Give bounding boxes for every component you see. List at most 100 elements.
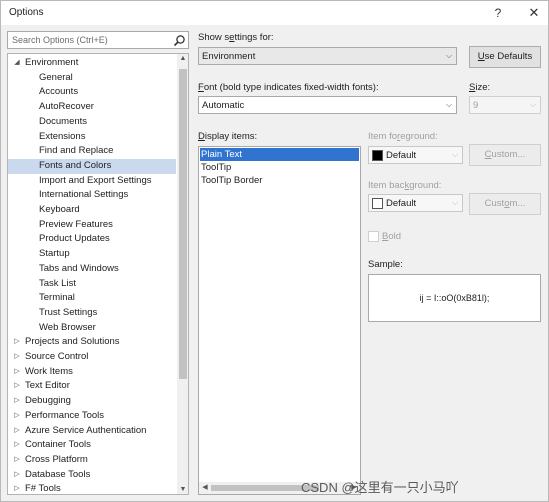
item-background-dropdown[interactable]: Default ⌵ bbox=[368, 194, 463, 212]
display-item[interactable]: ToolTip bbox=[200, 161, 359, 174]
chevron-down-icon[interactable]: ⌵ bbox=[448, 147, 462, 163]
tree-item[interactable]: Task List bbox=[8, 277, 176, 292]
tree-item[interactable]: ▷ Projects and Solutions bbox=[8, 335, 176, 350]
tree-item-label: Product Updates bbox=[39, 233, 110, 245]
background-custom-button[interactable]: Custom... bbox=[469, 193, 541, 215]
tree-item[interactable]: Accounts bbox=[8, 85, 176, 100]
tree-item-label: Text Editor bbox=[25, 380, 70, 392]
tree-item-label: AutoRecover bbox=[39, 101, 94, 113]
tree-item[interactable]: ▷ F# Tools bbox=[8, 482, 176, 495]
tree-item[interactable]: ▷ Container Tools bbox=[8, 438, 176, 453]
collapsed-arrow-icon[interactable]: ▷ bbox=[12, 350, 22, 365]
tree-item[interactable]: ▷ Debugging bbox=[8, 394, 176, 409]
scroll-up-arrow-icon[interactable]: ▲ bbox=[177, 55, 188, 62]
collapsed-arrow-icon[interactable]: ▷ bbox=[12, 394, 22, 409]
tree-item-label: Container Tools bbox=[25, 439, 91, 451]
collapsed-arrow-icon[interactable]: ▷ bbox=[12, 438, 22, 453]
item-background-label: Item background: bbox=[368, 180, 442, 191]
tree-item[interactable]: ▷ Performance Tools bbox=[8, 409, 176, 424]
chevron-down-icon[interactable]: ⌵ bbox=[448, 195, 462, 211]
foreground-color-swatch bbox=[372, 150, 383, 161]
tree-item[interactable]: General bbox=[8, 71, 176, 86]
tree-item[interactable]: Preview Features bbox=[8, 218, 176, 233]
tree-item[interactable]: Tabs and Windows bbox=[8, 262, 176, 277]
font-dropdown[interactable]: Automatic ⌵ bbox=[198, 96, 457, 114]
item-foreground-label: Item foreground: bbox=[368, 131, 438, 142]
help-button[interactable]: ? bbox=[487, 4, 509, 22]
tree-item[interactable]: AutoRecover bbox=[8, 100, 176, 115]
display-item[interactable]: ToolTip Border bbox=[200, 174, 359, 187]
tree-item-label: International Settings bbox=[39, 189, 129, 201]
chevron-down-icon[interactable]: ⌵ bbox=[442, 97, 456, 113]
close-button[interactable]: ✕ bbox=[523, 4, 545, 22]
tree-item[interactable]: Fonts and Colors bbox=[8, 158, 176, 174]
tree-item-label: Documents bbox=[39, 115, 88, 127]
tree-item-label: Terminal bbox=[39, 292, 75, 304]
display-item[interactable]: Plain Text bbox=[200, 148, 359, 161]
chevron-down-icon[interactable]: ⌵ bbox=[442, 48, 456, 64]
display-items-list[interactable]: ToolTip Border ToolTip Plain Text ◀ ▶ bbox=[198, 146, 361, 495]
tree-vertical-scrollbar[interactable]: ▲ ▼ bbox=[177, 54, 188, 494]
chevron-down-icon[interactable]: ⌵ bbox=[526, 97, 540, 113]
tree-item[interactable]: Web Browser bbox=[8, 321, 176, 336]
tree-item[interactable]: Startup bbox=[8, 247, 176, 262]
item-foreground-dropdown[interactable]: Default ⌵ bbox=[368, 146, 463, 164]
tree-item-label: Startup bbox=[39, 248, 70, 260]
show-settings-value: Environment bbox=[202, 51, 256, 62]
tree-item-label: Trust Settings bbox=[39, 306, 98, 318]
size-dropdown[interactable]: 9 ⌵ bbox=[469, 96, 541, 114]
tree-item[interactable]: Import and Export Settings bbox=[8, 174, 176, 189]
bold-checkbox[interactable] bbox=[368, 231, 379, 242]
title-bar: Options ? ✕ bbox=[1, 1, 548, 25]
tree-item[interactable]: ▷ Azure Service Authentication bbox=[8, 424, 176, 439]
collapsed-arrow-icon[interactable]: ▷ bbox=[12, 335, 22, 350]
tree-item-label: F# Tools bbox=[25, 483, 61, 495]
tree-item-label: Environment bbox=[25, 57, 79, 68]
background-color-swatch bbox=[372, 198, 383, 209]
tree-scrollbar-thumb[interactable] bbox=[179, 69, 187, 379]
sample-preview: ij = I::oO(0xB81l); bbox=[368, 274, 541, 322]
collapsed-arrow-icon[interactable]: ▷ bbox=[12, 379, 22, 394]
tree-item-label: Database Tools bbox=[25, 468, 91, 480]
tree-item[interactable]: ▷ Cross Platform bbox=[8, 453, 176, 468]
collapsed-arrow-icon[interactable]: ▷ bbox=[12, 453, 22, 468]
collapsed-arrow-icon[interactable]: ▷ bbox=[12, 424, 22, 439]
show-settings-label: Show settings for: bbox=[198, 32, 274, 43]
tree-item-label: Preview Features bbox=[39, 218, 113, 230]
size-label: Size: bbox=[469, 82, 491, 93]
tree-item[interactable]: Keyboard bbox=[8, 203, 176, 218]
expanded-arrow-icon[interactable]: ◢ bbox=[12, 56, 22, 71]
tree-item-label: Source Control bbox=[25, 351, 89, 362]
tree-item[interactable]: Trust Settings bbox=[8, 306, 176, 321]
collapsed-arrow-icon[interactable]: ▷ bbox=[12, 365, 22, 380]
search-input[interactable]: Search Options (Ctrl+E) bbox=[12, 35, 108, 45]
options-tree[interactable]: ▷ F# Tools ▷ Database Tools ▷ Cross Platform ▷… bbox=[7, 53, 189, 495]
tree-item[interactable]: Terminal bbox=[8, 291, 176, 306]
tree-item-label: Keyboard bbox=[39, 204, 80, 215]
use-defaults-button[interactable]: Use Defaults bbox=[469, 46, 541, 68]
tree-item-label: Azure Service Authentication bbox=[25, 424, 147, 436]
tree-item[interactable]: ◢ Environment bbox=[8, 56, 176, 71]
tree-item[interactable]: ▷ Database Tools bbox=[8, 468, 176, 483]
tree-item[interactable]: Documents bbox=[8, 115, 176, 130]
tree-item[interactable]: Extensions bbox=[8, 130, 176, 145]
collapsed-arrow-icon[interactable]: ▷ bbox=[12, 468, 22, 483]
scroll-down-arrow-icon[interactable]: ▼ bbox=[177, 486, 188, 493]
tree-item[interactable]: ▷ Source Control bbox=[8, 350, 176, 365]
tree-item[interactable]: Find and Replace bbox=[8, 144, 176, 159]
foreground-custom-button[interactable]: Custom... bbox=[469, 144, 541, 166]
search-icon[interactable] bbox=[173, 34, 186, 47]
scroll-left-arrow-icon[interactable]: ◀ bbox=[199, 483, 211, 491]
tree-item[interactable]: ▷ Text Editor bbox=[8, 379, 176, 394]
tree-item[interactable]: Product Updates bbox=[8, 232, 176, 247]
collapsed-arrow-icon[interactable]: ▷ bbox=[12, 409, 22, 424]
font-label: Font (bold type indicates fixed-width fo… bbox=[198, 82, 379, 93]
tree-item[interactable]: International Settings bbox=[8, 188, 176, 203]
search-options-box[interactable]: Search Options (Ctrl+E) bbox=[7, 31, 189, 49]
tree-item-label: Import and Export Settings bbox=[39, 174, 152, 186]
show-settings-dropdown[interactable]: Environment ⌵ bbox=[198, 47, 457, 65]
tree-item[interactable]: ▷ Work Items bbox=[8, 365, 176, 380]
tree-item-label: Extensions bbox=[39, 130, 86, 142]
collapsed-arrow-icon[interactable]: ▷ bbox=[12, 482, 22, 494]
sample-label: Sample: bbox=[368, 259, 403, 270]
